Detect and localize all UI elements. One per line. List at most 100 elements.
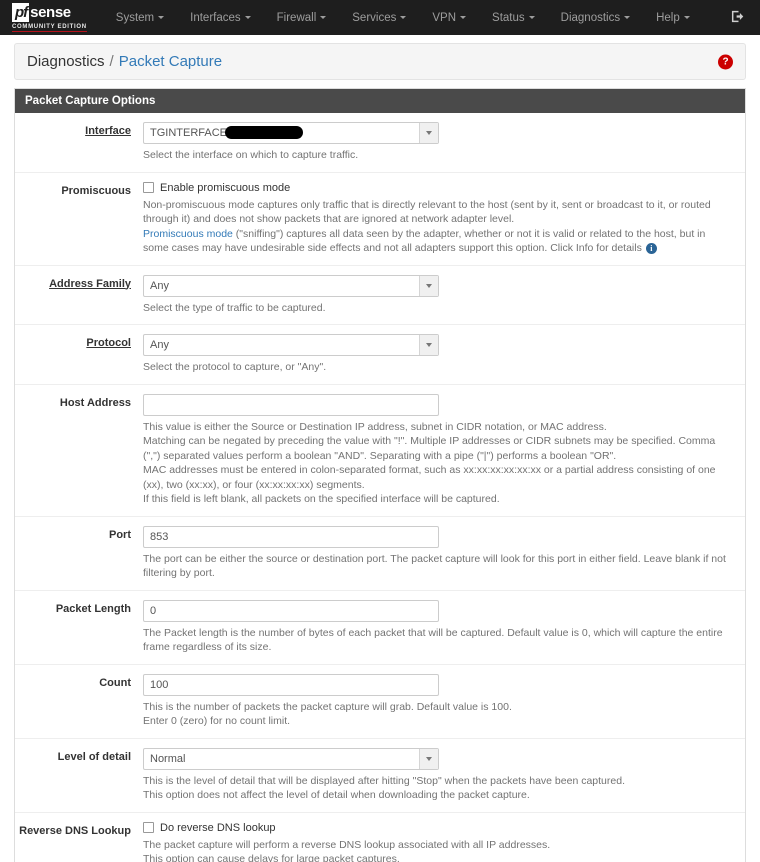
level-of-detail-select-value: Normal <box>150 752 186 765</box>
reverse-dns-label: Reverse DNS Lookup <box>19 824 131 837</box>
interface-label: Interface <box>85 125 131 137</box>
nav-menu: System Interfaces Firewall Services VPN … <box>103 6 703 30</box>
top-navbar: pf sense COMMUNITY EDITION System Interf… <box>0 0 760 35</box>
nav-item-vpn[interactable]: VPN <box>419 6 479 30</box>
host-address-hint-3: MAC addresses must be entered in colon-s… <box>143 464 716 491</box>
chevron-down-icon <box>320 15 327 19</box>
port-hint: The port can be either the source or des… <box>143 552 726 580</box>
address-family-label: Address Family <box>49 277 131 290</box>
nav-item-system-label: System <box>115 11 155 24</box>
nav-item-firewall[interactable]: Firewall <box>264 6 340 30</box>
chevron-down-icon <box>158 15 165 19</box>
info-icon[interactable]: i <box>645 242 657 254</box>
field-row-protocol: Protocol Any Select the protocol to capt… <box>15 325 745 385</box>
count-hint-1: This is the number of packets the packet… <box>143 700 512 713</box>
packet-length-input[interactable] <box>143 599 439 622</box>
interface-hint: Select the interface on which to capture… <box>143 149 359 161</box>
address-family-hint: Select the type of traffic to be capture… <box>143 301 326 314</box>
field-row-count: Count This is the number of packets the … <box>15 665 745 739</box>
chevron-down-icon <box>244 15 251 19</box>
port-label: Port <box>109 528 131 541</box>
reverse-dns-hint-1: The packet capture will perform a revers… <box>143 838 551 851</box>
protocol-select-value: Any <box>150 339 169 351</box>
promiscuous-mode-link[interactable]: Promiscuous mode <box>143 228 233 240</box>
promiscuous-hint-2: Promiscuous mode ("sniffing") captures a… <box>143 227 731 256</box>
logo-edition-text: COMMUNITY EDITION <box>12 24 87 32</box>
nav-item-interfaces[interactable]: Interfaces <box>177 6 264 30</box>
field-row-address-family: Address Family Any Select the type of tr… <box>15 266 745 325</box>
level-of-detail-select[interactable]: Normal <box>143 747 439 770</box>
count-hint-2: Enter 0 (zero) for no count limit. <box>143 715 291 727</box>
promiscuous-hint-1: Non-promiscuous mode captures only traff… <box>143 198 711 226</box>
interface-select[interactable]: TGINTERFACE <box>143 122 439 144</box>
packet-capture-options-panel: Packet Capture Options Interface TGINTER… <box>14 88 746 862</box>
nav-item-interfaces-label: Interfaces <box>190 11 241 24</box>
host-address-hint-2: Matching can be negated by preceding the… <box>143 435 716 462</box>
nav-item-services[interactable]: Services <box>339 6 419 30</box>
logo-sense-text: sense <box>30 4 71 21</box>
protocol-select-wrap: Any <box>143 334 439 356</box>
chevron-down-icon[interactable] <box>419 748 438 769</box>
chevron-down-icon <box>460 15 467 19</box>
host-address-hint-1: This value is either the Source or Desti… <box>143 420 607 433</box>
reverse-dns-checkbox-row[interactable]: Do reverse DNS lookup <box>143 822 731 834</box>
logo-pf-mark: pf <box>12 3 30 22</box>
panel-body: Interface TGINTERFACE Select the interfa… <box>15 113 745 862</box>
nav-item-diagnostics-label: Diagnostics <box>560 11 621 24</box>
port-input[interactable] <box>143 525 439 548</box>
nav-item-services-label: Services <box>352 11 397 24</box>
nav-item-vpn-label: VPN <box>432 11 457 24</box>
redaction-bar <box>225 125 304 139</box>
protocol-hint: Select the protocol to capture, or "Any"… <box>143 361 327 373</box>
count-input[interactable] <box>143 673 439 696</box>
chevron-down-icon[interactable] <box>419 275 438 296</box>
breadcrumb-separator: / <box>109 53 114 70</box>
reverse-dns-checkbox[interactable] <box>143 822 154 833</box>
promiscuous-checkbox[interactable] <box>143 182 154 193</box>
breadcrumb: Diagnostics / Packet Capture ? <box>14 43 746 80</box>
chevron-down-icon <box>624 15 631 19</box>
host-address-input[interactable] <box>143 393 439 416</box>
promiscuous-label: Promiscuous <box>61 184 131 197</box>
protocol-label: Protocol <box>86 337 131 349</box>
packet-length-label: Packet Length <box>55 602 131 615</box>
address-family-select-wrap: Any <box>143 274 439 297</box>
chevron-down-icon <box>528 15 535 19</box>
nav-item-help-label: Help <box>656 11 680 24</box>
address-family-select[interactable]: Any <box>143 274 439 297</box>
nav-item-firewall-label: Firewall <box>276 11 317 24</box>
nav-item-diagnostics[interactable]: Diagnostics <box>548 6 643 30</box>
field-row-port: Port The port can be either the source o… <box>15 517 745 591</box>
field-row-host-address: Host Address This value is either the So… <box>15 385 745 517</box>
pfsense-logo[interactable]: pf sense COMMUNITY EDITION <box>8 3 87 32</box>
field-row-interface: Interface TGINTERFACE Select the interfa… <box>15 113 745 173</box>
logout-icon[interactable] <box>731 9 746 27</box>
promiscuous-checkbox-row[interactable]: Enable promiscuous mode <box>143 182 731 194</box>
nav-item-system[interactable]: System <box>103 6 177 30</box>
panel-title: Packet Capture Options <box>15 89 745 113</box>
count-label: Count <box>99 676 131 689</box>
breadcrumb-area: Diagnostics / Packet Capture ? <box>0 35 760 80</box>
nav-item-status[interactable]: Status <box>479 6 548 30</box>
field-row-promiscuous: Promiscuous Enable promiscuous mode Non-… <box>15 173 745 266</box>
protocol-select[interactable]: Any <box>143 334 439 356</box>
host-address-hint-4: If this field is left blank, all packets… <box>143 493 500 505</box>
nav-item-status-label: Status <box>492 11 525 24</box>
chevron-down-icon[interactable] <box>419 123 438 143</box>
breadcrumb-current[interactable]: Packet Capture <box>119 53 222 70</box>
host-address-label: Host Address <box>59 396 131 409</box>
packet-length-hint: The Packet length is the number of bytes… <box>143 626 723 654</box>
field-row-level-of-detail: Level of detail Normal This is the level… <box>15 739 745 813</box>
field-row-reverse-dns: Reverse DNS Lookup Do reverse DNS lookup… <box>15 813 745 862</box>
level-of-detail-hint-2: This option does not affect the level of… <box>143 789 530 801</box>
help-icon[interactable]: ? <box>718 54 733 69</box>
nav-item-help[interactable]: Help <box>643 6 703 30</box>
reverse-dns-checkbox-label[interactable]: Do reverse DNS lookup <box>160 822 276 834</box>
address-family-select-value: Any <box>150 279 169 292</box>
interface-select-wrap: TGINTERFACE <box>143 122 439 144</box>
chevron-down-icon[interactable] <box>419 335 438 355</box>
chevron-down-icon <box>683 15 690 19</box>
promiscuous-checkbox-label[interactable]: Enable promiscuous mode <box>160 182 290 194</box>
level-of-detail-select-wrap: Normal <box>143 747 439 770</box>
interface-select-value: TGINTERFACE <box>150 127 228 139</box>
